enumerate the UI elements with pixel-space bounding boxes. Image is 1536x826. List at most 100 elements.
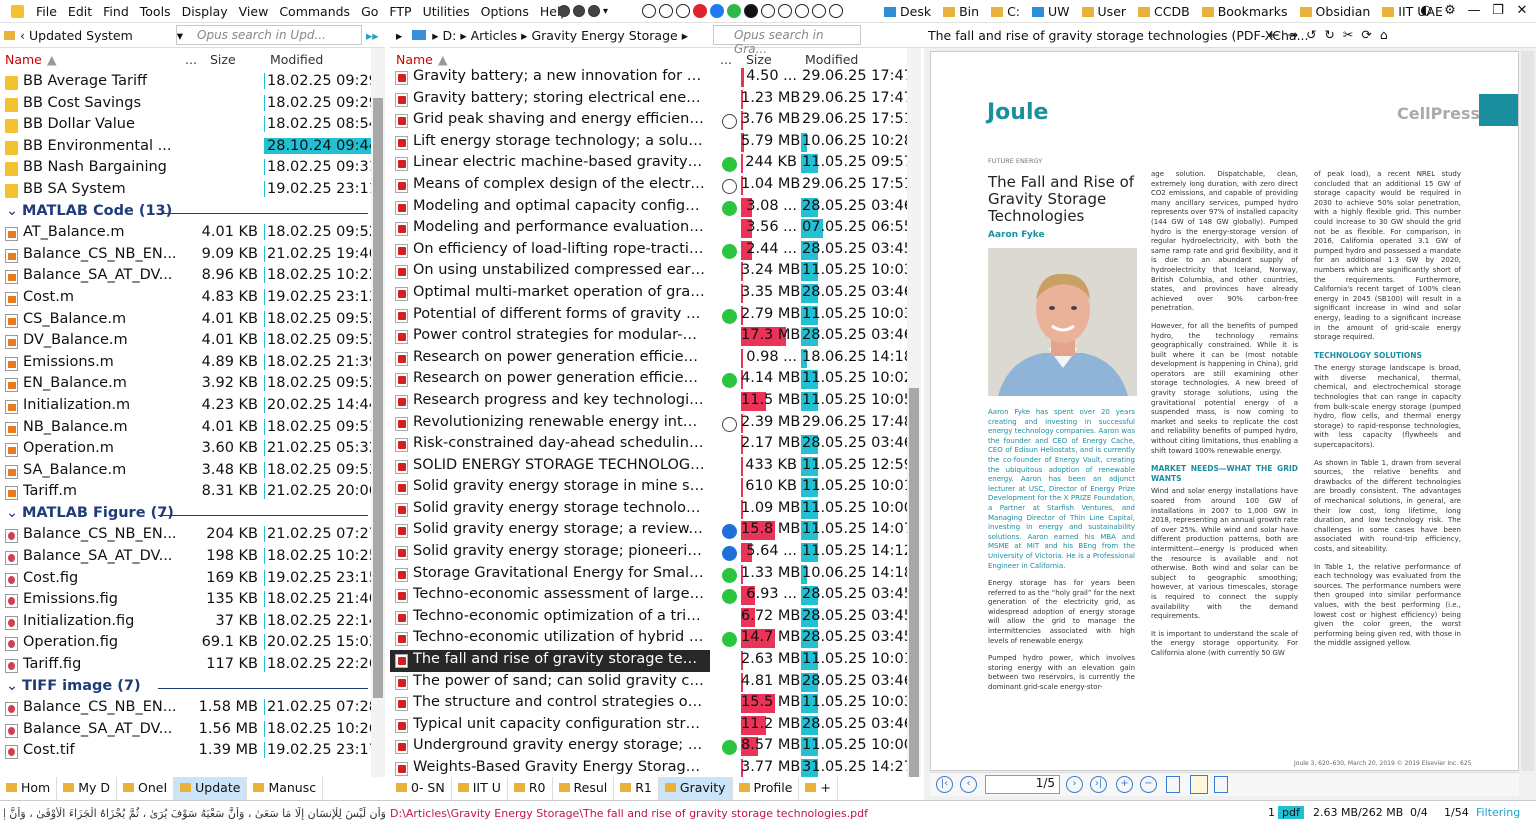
- menu-item-view[interactable]: View: [239, 4, 269, 19]
- modified-column-header[interactable]: Modified: [270, 52, 323, 67]
- folder-tab[interactable]: 0- SN: [390, 777, 452, 800]
- menu-item-commands[interactable]: Commands: [279, 4, 350, 19]
- settings-icon[interactable]: ⚙: [1438, 3, 1462, 18]
- close-icon[interactable]: ✕: [1510, 3, 1534, 18]
- green-label-icon[interactable]: [727, 4, 741, 18]
- next-page-icon[interactable]: ›: [1066, 776, 1083, 793]
- restore-icon[interactable]: ❐: [1486, 3, 1510, 18]
- favorite-link[interactable]: Bin: [943, 4, 979, 19]
- menu-item-options[interactable]: Options: [481, 4, 529, 19]
- folder-tab[interactable]: R0: [508, 777, 553, 800]
- file-row[interactable]: BB Environmental ... 28.10.24 09:44: [0, 137, 385, 159]
- favorite-link[interactable]: Bookmarks: [1201, 4, 1288, 19]
- last-page-icon[interactable]: ›|: [1090, 776, 1107, 793]
- file-row[interactable]: Means of complex design of the electrom.…: [390, 175, 924, 197]
- file-row[interactable]: Solid gravity energy storage in mine sha…: [390, 477, 924, 499]
- left-search-input[interactable]: Opus search in Upd...: [176, 25, 362, 45]
- at-icon[interactable]: [829, 4, 843, 18]
- smiley-icon[interactable]: [676, 4, 690, 18]
- folder-tab[interactable]: OneI: [117, 777, 175, 800]
- file-row[interactable]: Potential of different forms of gravity …: [390, 305, 924, 327]
- menu-item-ftp[interactable]: FTP: [389, 4, 411, 19]
- file-row[interactable]: Solid gravity energy storage; a review.p…: [390, 520, 924, 542]
- favorite-link[interactable]: CCDB: [1138, 4, 1190, 19]
- viewer-nav-icons[interactable]: ←→↺↻✂⟳⌂: [1269, 27, 1396, 42]
- left-breadcrumb[interactable]: ‹ Updated System ▾: [4, 28, 183, 43]
- file-row[interactable]: Operation.m 3.60 KB 21.02.25 05:32: [0, 439, 385, 461]
- modified-column-header[interactable]: Modified: [805, 52, 858, 67]
- file-row[interactable]: Emissions.m 4.89 KB 18.02.25 21:39: [0, 353, 385, 375]
- file-row[interactable]: Cost.tif 1.39 MB 19.02.25 23:17: [0, 741, 385, 763]
- fit-width-icon[interactable]: [1190, 775, 1208, 794]
- file-row[interactable]: Gravity battery; storing electrical ener…: [390, 89, 924, 111]
- folder-tab[interactable]: Profile: [733, 777, 800, 800]
- file-row[interactable]: Balance_SA_AT_DV... 198 KB 18.02.25 10:25: [0, 547, 385, 569]
- group-header[interactable]: ⌄ TIFF image (7): [0, 677, 385, 699]
- file-row[interactable]: Initialization.m 4.23 KB 20.02.25 14:44: [0, 396, 385, 418]
- menu-item-edit[interactable]: Edit: [68, 4, 92, 19]
- minimize-icon[interactable]: —: [1462, 3, 1486, 18]
- menu-item-find[interactable]: Find: [103, 4, 129, 19]
- file-row[interactable]: The structure and control strategies of …: [390, 693, 924, 715]
- layout-dot-icon[interactable]: [588, 5, 600, 17]
- file-row[interactable]: Optimal multi-market operation of gravit…: [390, 283, 924, 305]
- file-row[interactable]: Operation.fig 69.1 KB 20.02.25 15:03: [0, 633, 385, 655]
- favorite-link[interactable]: C:: [991, 4, 1020, 19]
- file-row[interactable]: SA_Balance.m 3.48 KB 18.02.25 09:53: [0, 461, 385, 483]
- file-row[interactable]: Techno-economic utilization of hybrid op…: [390, 628, 924, 650]
- file-row[interactable]: Solid gravity energy storage technology …: [390, 499, 924, 521]
- red-label-icon[interactable]: [693, 4, 707, 18]
- chevron-down-icon[interactable]: ▾: [603, 6, 608, 17]
- file-row[interactable]: AT_Balance.m 4.01 KB 18.02.25 09:52: [0, 223, 385, 245]
- file-row[interactable]: DV_Balance.m 4.01 KB 18.02.25 09:52: [0, 331, 385, 353]
- folder-tab[interactable]: Resul: [553, 777, 615, 800]
- file-row[interactable]: Power control strategies for modular-gra…: [390, 326, 924, 348]
- menu-item-tools[interactable]: Tools: [140, 4, 171, 19]
- layout-dot-icon[interactable]: [558, 5, 570, 17]
- favorite-link[interactable]: Desk: [884, 4, 931, 19]
- file-row[interactable]: Cost.m 4.83 KB 19.02.25 23:13: [0, 288, 385, 310]
- folder-tab[interactable]: IIT U: [452, 777, 508, 800]
- file-row[interactable]: Techno-economic assessment of large-sca.…: [390, 585, 924, 607]
- file-row[interactable]: Storage Gravitational Energy for Small S…: [390, 564, 924, 586]
- file-row[interactable]: Risk-constrained day-ahead scheduling fo…: [390, 434, 924, 456]
- file-row[interactable]: Research progress and key technologies i…: [390, 391, 924, 413]
- file-row[interactable]: Research on power generation efficiency …: [390, 369, 924, 391]
- file-row[interactable]: Balance_CS_NB_EN... 1.58 MB 21.02.25 07:28: [0, 698, 385, 720]
- first-page-icon[interactable]: |‹: [936, 776, 953, 793]
- menu-item-file[interactable]: File: [36, 4, 57, 19]
- file-row[interactable]: BB Average Tariff 18.02.25 09:29: [0, 72, 385, 94]
- file-row[interactable]: Modeling and performance evaluation of .…: [390, 218, 924, 240]
- file-row[interactable]: BB Dollar Value 18.02.25 08:54: [0, 115, 385, 137]
- sync-arrows-icon[interactable]: ▸▸: [366, 28, 379, 43]
- size-column-header[interactable]: Size: [210, 52, 236, 67]
- file-row[interactable]: BB Cost Savings 18.02.25 09:29: [0, 94, 385, 116]
- name-column-header[interactable]: Name: [5, 52, 42, 67]
- zoom-out-icon[interactable]: −: [1140, 776, 1157, 793]
- file-row[interactable]: Modeling and optimal capacity configurat…: [390, 197, 924, 219]
- file-row[interactable]: Balance_SA_AT_DV... 1.56 MB 18.02.25 10:26: [0, 720, 385, 742]
- favorite-link[interactable]: Obsidian: [1299, 4, 1370, 19]
- file-row[interactable]: Gravity battery; a new innovation for a …: [390, 67, 924, 89]
- folder-tab[interactable]: R1: [614, 777, 659, 800]
- favorite-link[interactable]: UW: [1032, 4, 1070, 19]
- file-row[interactable]: Emissions.fig 135 KB 18.02.25 21:40: [0, 590, 385, 612]
- size-column-header[interactable]: Size: [746, 52, 772, 67]
- file-row[interactable]: Tariff.fig 117 KB 18.02.25 22:26: [0, 655, 385, 677]
- file-row[interactable]: NB_Balance.m 4.01 KB 18.02.25 09:51: [0, 418, 385, 440]
- blue-label-icon[interactable]: [710, 4, 724, 18]
- file-row[interactable]: Cost.fig 169 KB 19.02.25 23:15: [0, 569, 385, 591]
- file-row[interactable]: EN_Balance.m 3.92 KB 18.02.25 09:52: [0, 374, 385, 396]
- menu-item-go[interactable]: Go: [361, 4, 378, 19]
- rotate-icon[interactable]: [1214, 776, 1228, 793]
- layout-dot-icon[interactable]: [573, 5, 585, 17]
- file-row[interactable]: Underground gravity energy storage; a so…: [390, 736, 924, 758]
- question-icon[interactable]: [795, 4, 809, 18]
- plus-icon[interactable]: [761, 4, 775, 18]
- left-scrollbar[interactable]: [371, 48, 385, 800]
- file-row[interactable]: Typical unit capacity configuration stra…: [390, 715, 924, 737]
- folder-tab[interactable]: +: [799, 777, 838, 800]
- shield-icon[interactable]: [642, 4, 656, 18]
- file-row[interactable]: The power of sand; can solid gravity clo…: [390, 672, 924, 694]
- clock-icon[interactable]: [812, 4, 826, 18]
